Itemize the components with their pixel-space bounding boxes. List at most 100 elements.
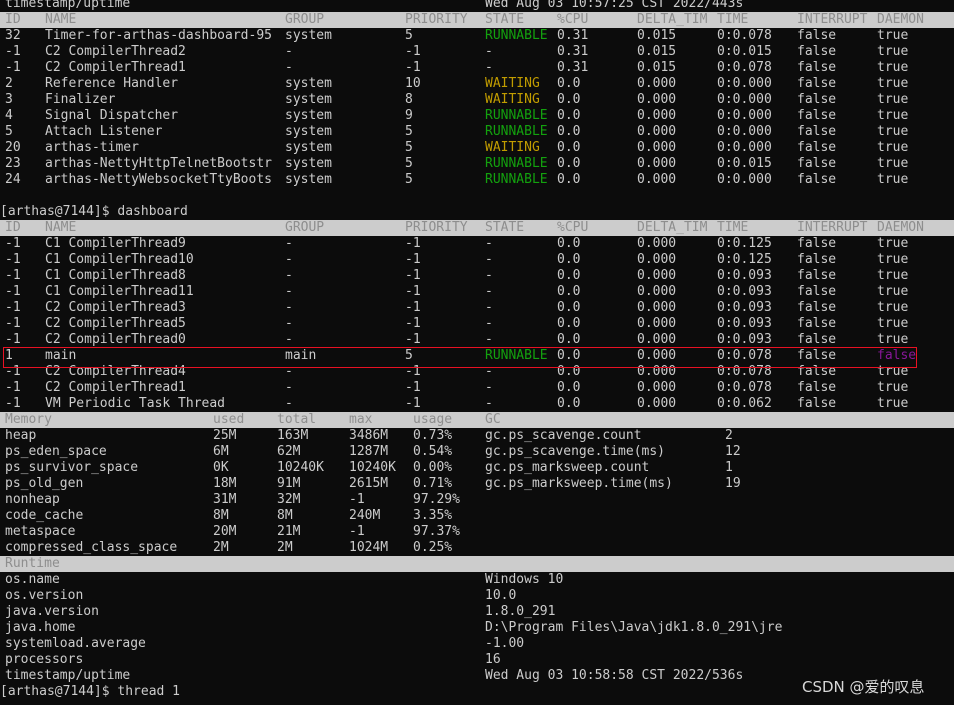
memory-total-cell: 91M (277, 476, 301, 491)
thread-interrupt-cell: false (797, 396, 837, 411)
thread-group-cell: system (285, 76, 332, 91)
runtime-row: os.name Windows 10 (0, 572, 954, 588)
memory-row: ps_eden_space 6M 62M 1287M 0.54% gc.ps_scaven… (0, 444, 954, 460)
thread-time-cell: 0:0.078 (717, 380, 772, 395)
memory-row: ps_old_gen 18M 91M 2615M 0.71% gc.ps_markswee… (0, 476, 954, 492)
thread-id-cell: -1 (5, 380, 21, 395)
thread-table-header: ID NAME GROUP PRIORITY STATE %CPU DELTA_TIM TIM… (0, 220, 954, 236)
thread-state-cell: - (485, 380, 493, 395)
thread-group-cell: system (285, 92, 332, 107)
memory-memory-cell: code_cache (5, 508, 84, 523)
thread-group-cell: - (285, 252, 293, 267)
thread-cpu-cell: 0.31 (557, 60, 589, 75)
thread-delta-tim-cell: 0.015 (637, 60, 677, 75)
thread-cpu-cell: 0.0 (557, 92, 581, 107)
thread-delta-tim-cell: 0.000 (637, 332, 677, 347)
memory-usage-cell: 0.00% (413, 460, 453, 475)
memory-used-cell: 18M (213, 476, 237, 491)
thread-group-cell: system (285, 28, 332, 43)
memory-total-cell: 21M (277, 524, 301, 539)
thread-group-cell: - (285, 380, 293, 395)
thread-name-cell: C1 CompilerThread9 (45, 236, 186, 251)
thread-name-cell: Finalizer (45, 92, 116, 107)
memory-header-gc: GC (485, 412, 501, 427)
runtime-value: -1.00 (485, 636, 525, 651)
thread-id-cell: -1 (5, 284, 21, 299)
thread-daemon-cell: true (877, 124, 909, 139)
thread-row: -1 C1 CompilerThread9 - -1 - 0.0 0.000 0:0.125 f… (0, 236, 954, 252)
thread-name-cell: VM Periodic Task Thread (45, 396, 226, 411)
column-header-priority: PRIORITY (405, 12, 468, 27)
thread-id-cell: 32 (5, 28, 21, 43)
memory-total-cell: 10240K (277, 460, 324, 475)
gc-metric-value: 12 (725, 444, 741, 459)
thread-name-cell: arthas-NettyWebsocketTtyBoots (45, 172, 272, 187)
thread-id-cell: -1 (5, 300, 21, 315)
thread-id-cell: 24 (5, 172, 21, 187)
column-header-time: TIME (717, 220, 749, 235)
thread-daemon-cell: true (877, 332, 909, 347)
thread-cpu-cell: 0.0 (557, 396, 581, 411)
thread-interrupt-cell: false (797, 268, 837, 283)
thread-time-cell: 0:0.000 (717, 92, 772, 107)
runtime-header-label: Runtime (5, 556, 60, 571)
thread-state-cell: WAITING (485, 140, 540, 155)
memory-row: metaspace 20M 21M -1 97.37% (0, 524, 954, 540)
thread-row: -1 C1 CompilerThread8 - -1 - 0.0 0.000 0:0.093 f… (0, 268, 954, 284)
column-header-id: ID (5, 220, 21, 235)
column-header-cpu: %CPU (557, 12, 589, 27)
thread-time-cell: 0:0.093 (717, 268, 772, 283)
thread-priority-cell: 5 (405, 28, 413, 43)
thread-interrupt-cell: false (797, 332, 837, 347)
memory-max-cell: 2615M (349, 476, 389, 491)
thread-daemon-cell: true (877, 380, 909, 395)
thread-cpu-cell: 0.0 (557, 108, 581, 123)
thread-id-cell: 23 (5, 156, 21, 171)
thread-time-cell: 0:0.000 (717, 140, 772, 155)
thread-time-cell: 0:0.093 (717, 284, 772, 299)
column-header-interrupt: INTERRUPT (797, 220, 868, 235)
thread-priority-cell: 5 (405, 124, 413, 139)
memory-table-header: Memory used total max usage GC (0, 412, 954, 428)
thread-time-cell: 0:0.000 (717, 124, 772, 139)
thread-state-cell: - (485, 396, 493, 411)
memory-usage-cell: 0.73% (413, 428, 453, 443)
thread-name-cell: Reference Handler (45, 76, 179, 91)
thread-cpu-cell: 0.31 (557, 28, 589, 43)
thread-state-cell: WAITING (485, 76, 540, 91)
thread-name-cell: C1 CompilerThread10 (45, 252, 194, 267)
gc-metric-name: gc.ps_scavenge.count (485, 428, 642, 443)
column-header-cpu: %CPU (557, 220, 589, 235)
thread-group-cell: - (285, 236, 293, 251)
thread-delta-tim-cell: 0.000 (637, 396, 677, 411)
memory-header-max: max (349, 412, 373, 427)
thread-name-cell: C2 CompilerThread0 (45, 332, 186, 347)
memory-memory-cell: metaspace (5, 524, 76, 539)
gc-metric-value: 1 (725, 460, 733, 475)
thread-priority-cell: -1 (405, 316, 421, 331)
thread-daemon-cell: true (877, 60, 909, 75)
memory-memory-cell: ps_eden_space (5, 444, 107, 459)
thread-state-cell: - (485, 236, 493, 251)
thread-state-cell: - (485, 268, 493, 283)
thread-cpu-cell: 0.0 (557, 300, 581, 315)
runtime-key: systemload.average (5, 636, 146, 651)
thread-cpu-cell: 0.0 (557, 252, 581, 267)
thread-id-cell: -1 (5, 236, 21, 251)
memory-used-cell: 2M (213, 540, 229, 555)
thread-row: 23 arthas-NettyHttpTelnetBootstr system 5 RU… (0, 156, 954, 172)
column-header-daemon: DAEMON (877, 12, 924, 27)
thread-delta-tim-cell: 0.000 (637, 172, 677, 187)
previous-timestamp-line: timestamp/uptime Wed Aug 03 10:57:25 CST… (0, 0, 954, 12)
thread-priority-cell: 10 (405, 76, 421, 91)
thread-time-cell: 0:0.000 (717, 76, 772, 91)
memory-row: code_cache 8M 8M 240M 3.35% (0, 508, 954, 524)
thread-state-cell: - (485, 44, 493, 59)
thread-id-cell: 2 (5, 76, 13, 91)
memory-usage-cell: 0.25% (413, 540, 453, 555)
memory-row: ps_survivor_space 0K 10240K 10240K 0.00% gc.p… (0, 460, 954, 476)
memory-usage-cell: 97.37% (413, 524, 460, 539)
thread-daemon-cell: true (877, 92, 909, 107)
thread-daemon-cell: true (877, 300, 909, 315)
memory-max-cell: -1 (349, 524, 365, 539)
